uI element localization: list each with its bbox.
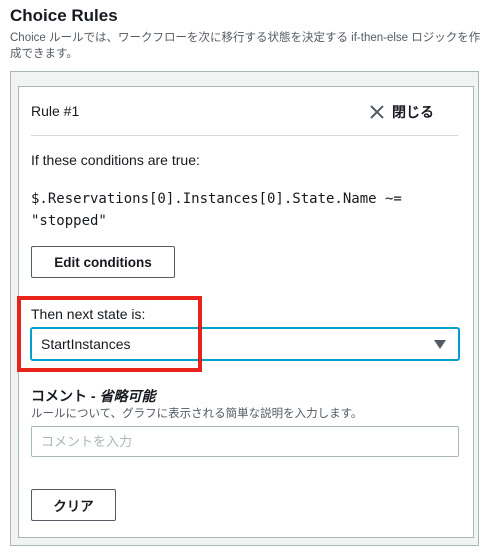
caret-down-icon bbox=[434, 340, 446, 349]
next-state-label: Then next state is: bbox=[31, 306, 146, 322]
close-x-icon bbox=[370, 105, 384, 119]
close-label: 閉じる bbox=[392, 104, 434, 120]
comment-input[interactable] bbox=[31, 426, 459, 457]
condition-expression: $.Reservations[0].Instances[0].State.Nam… bbox=[31, 191, 402, 229]
next-state-value: StartInstances bbox=[41, 336, 131, 352]
comment-help-text: ルールについて、グラフに表示される簡単な説明を入力します。 bbox=[31, 408, 363, 420]
next-state-select[interactable]: StartInstances bbox=[31, 328, 459, 360]
section-description: Choice ルールでは、ワークフローを次に移行する状態を決定する if-the… bbox=[10, 32, 481, 60]
rule-title: Rule #1 bbox=[31, 103, 80, 119]
choice-rules-page: Choice Rules Choice ルールでは、ワークフローを次に移行する状… bbox=[0, 0, 491, 555]
conditions-label: If these conditions are true: bbox=[31, 152, 200, 168]
comment-optional-label: 省略可能 bbox=[99, 388, 156, 404]
comment-label: コメント - 省略可能 bbox=[31, 386, 155, 406]
comment-label-text: コメント - bbox=[31, 388, 100, 404]
close-rule-button[interactable]: 閉じる bbox=[370, 101, 434, 123]
section-title: Choice Rules bbox=[10, 6, 118, 25]
edit-conditions-button[interactable]: Edit conditions bbox=[31, 246, 175, 278]
clear-button[interactable]: クリア bbox=[31, 489, 116, 521]
divider bbox=[31, 135, 458, 136]
